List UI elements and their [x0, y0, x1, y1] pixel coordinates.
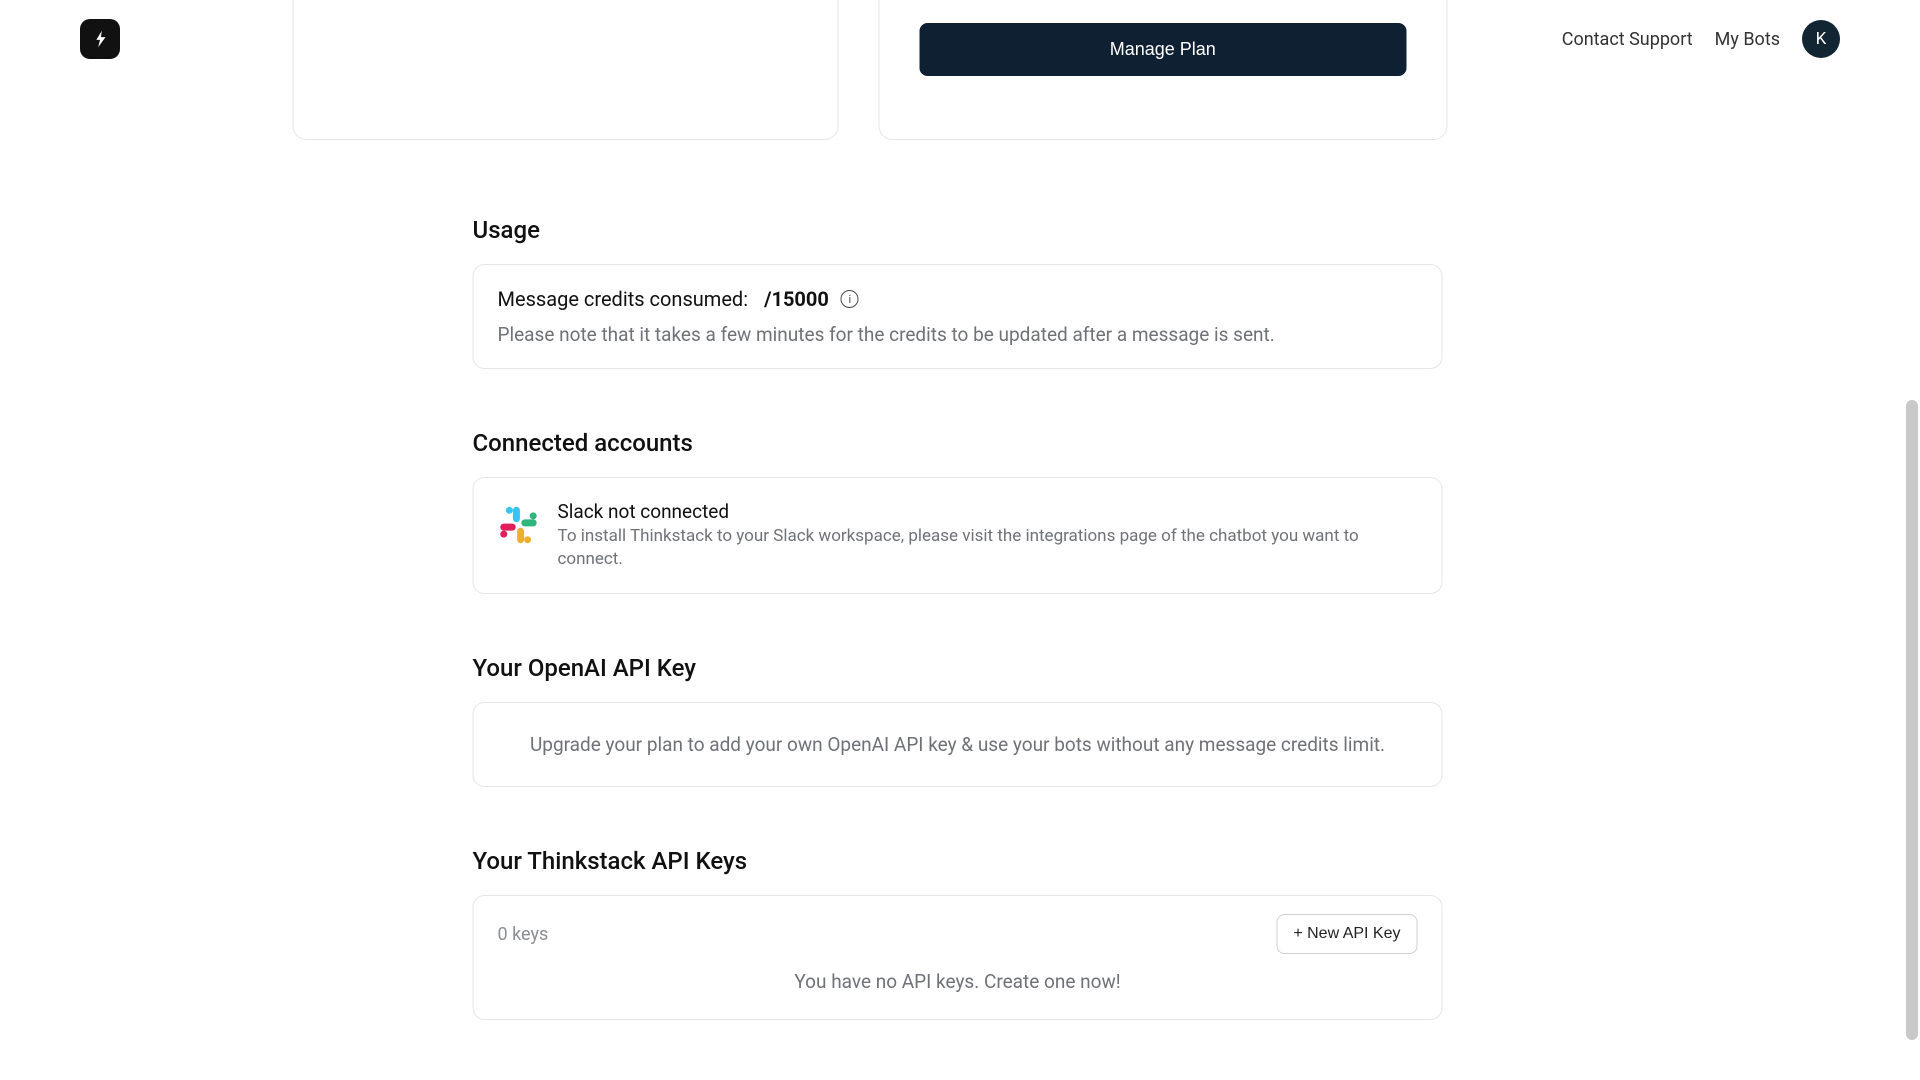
slack-panel: Slack not connected To install Thinkstac… [473, 477, 1443, 594]
scrollbar-thumb[interactable] [1906, 400, 1918, 1040]
no-keys-message: You have no API keys. Create one now! [498, 970, 1418, 993]
usage-section: Usage Message credits consumed: /15000 i… [473, 216, 1443, 369]
scrollbar-track[interactable] [1904, 60, 1920, 1080]
thinkstack-keys-title: Your Thinkstack API Keys [473, 847, 1443, 875]
thinkstack-keys-panel: 0 keys + New API Key You have no API key… [473, 895, 1443, 1020]
usage-note: Please note that it takes a few minutes … [498, 323, 1418, 346]
my-bots-link[interactable]: My Bots [1715, 29, 1780, 50]
usage-limit: /15000 [764, 287, 829, 311]
usage-line: Message credits consumed: /15000 i [498, 287, 1418, 311]
brand-logo-icon [89, 28, 111, 50]
usage-label: Message credits consumed: [498, 287, 749, 311]
info-icon[interactable]: i [841, 290, 859, 308]
top-card-right: Manage Plan [878, 0, 1448, 140]
slack-text-block: Slack not connected To install Thinkstac… [558, 500, 1418, 571]
usage-panel: Message credits consumed: /15000 i Pleas… [473, 264, 1443, 369]
usage-title: Usage [473, 216, 1443, 244]
thinkstack-keys-section: Your Thinkstack API Keys 0 keys + New AP… [473, 847, 1443, 1020]
slack-title: Slack not connected [558, 500, 1418, 523]
keys-count: 0 keys [498, 924, 549, 945]
brand-logo[interactable] [80, 19, 120, 59]
slack-description: To install Thinkstack to your Slack work… [558, 525, 1418, 571]
manage-plan-button[interactable]: Manage Plan [919, 23, 1407, 76]
top-card-left [293, 0, 839, 140]
openai-title: Your OpenAI API Key [473, 654, 1443, 682]
main-content: Manage Plan Usage Message credits consum… [383, 0, 1538, 1020]
connected-accounts-section: Connected accounts Slack not connected T… [473, 429, 1443, 594]
openai-message: Upgrade your plan to add your own OpenAI… [510, 731, 1406, 759]
top-cards-row: Manage Plan [293, 0, 1448, 140]
thinkstack-keys-header: 0 keys + New API Key [498, 914, 1418, 954]
avatar[interactable]: K [1802, 20, 1840, 58]
contact-support-link[interactable]: Contact Support [1562, 29, 1693, 50]
openai-panel: Upgrade your plan to add your own OpenAI… [473, 702, 1443, 788]
connected-accounts-title: Connected accounts [473, 429, 1443, 457]
new-api-key-button[interactable]: + New API Key [1276, 914, 1417, 954]
openai-section: Your OpenAI API Key Upgrade your plan to… [473, 654, 1443, 788]
top-right-nav: Contact Support My Bots K [1562, 20, 1840, 58]
slack-icon [498, 504, 540, 546]
